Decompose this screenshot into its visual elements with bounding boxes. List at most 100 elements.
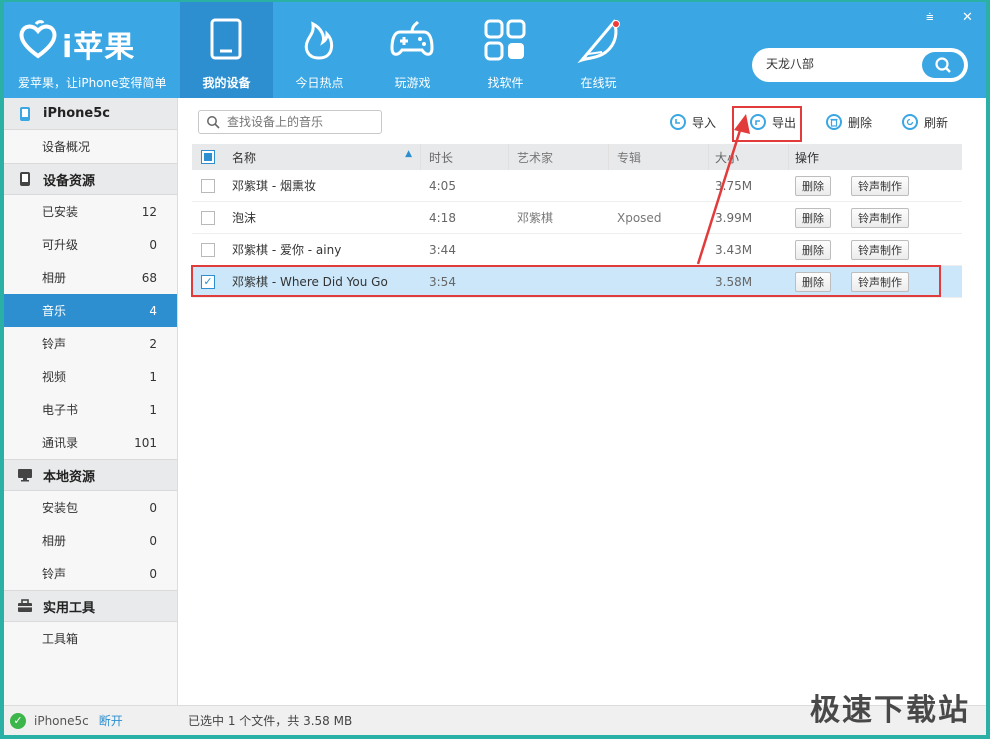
delete-button[interactable]: 删除 (826, 112, 872, 132)
sidebar-item-label: 工具箱 (42, 632, 79, 646)
sidebar-item-count: 1 (149, 402, 157, 417)
cell-duration: 4:18 (429, 210, 456, 225)
sidebar-section-local-resources: 本地资源 (4, 459, 177, 491)
main-panel: 导入 导出 删除 刷新 名称▲ 时长 艺术家 专辑 大小 (178, 98, 986, 735)
sidebar-item-contacts[interactable]: 通讯录 101 (4, 426, 177, 459)
flame-icon (304, 21, 334, 60)
row-checkbox[interactable] (201, 178, 215, 193)
col-artist[interactable]: 艺术家 (508, 144, 608, 170)
cell-artist (508, 170, 608, 201)
disconnect-link[interactable]: 断开 (99, 712, 123, 729)
sidebar-item-label: 音乐 (42, 304, 67, 318)
cell-name: 邓紫棋 - 爱你 - ainy (232, 243, 342, 257)
top-header: i苹果 爱苹果，让iPhone变得简单 我的设备 今日热点 玩游戏 找软件 在线… (4, 2, 986, 98)
sidebar-item-photos[interactable]: 相册 68 (4, 261, 177, 294)
tablet-icon (210, 18, 242, 60)
table-row[interactable]: 邓紫棋 - 爱你 - ainy 3:44 3.43M 删除 铃声制作 (192, 234, 962, 266)
sidebar-item-count: 68 (141, 270, 157, 285)
section-title: 设备资源 (43, 173, 96, 189)
app-logo: i苹果 (18, 16, 168, 66)
row-ringtone-button[interactable]: 铃声制作 (851, 207, 909, 228)
global-search (752, 48, 968, 82)
select-all-checkbox[interactable] (201, 150, 215, 164)
row-ringtone-button[interactable]: 铃声制作 (851, 175, 909, 196)
sidebar-item-local-ringtones[interactable]: 铃声 0 (4, 557, 177, 590)
menu-icon[interactable]: ⩧ (926, 10, 934, 25)
music-search (198, 110, 382, 134)
nav-play-online[interactable]: 在线玩 (552, 2, 645, 98)
app-window: i苹果 爱苹果，让iPhone变得简单 我的设备 今日热点 玩游戏 找软件 在线… (4, 2, 986, 735)
sidebar-item-videos[interactable]: 视频 1 (4, 360, 177, 393)
section-title: 本地资源 (43, 469, 96, 485)
sidebar: iPhone5c 设备概况 设备资源 已安装 12 可升级 0 相册 68 音乐 4 铃… (4, 98, 178, 735)
row-checkbox[interactable] (201, 210, 215, 225)
sidebar-item-count: 0 (149, 237, 157, 252)
search-button[interactable] (922, 52, 964, 78)
row-delete-button[interactable]: 删除 (795, 207, 831, 228)
refresh-button[interactable]: 刷新 (902, 112, 948, 132)
col-ops: 操作 (788, 144, 962, 170)
phone-dark-icon (16, 171, 34, 187)
nav-today-hot[interactable]: 今日热点 (273, 2, 366, 98)
logo-text: i苹果 (62, 30, 136, 65)
music-search-input[interactable] (227, 115, 377, 129)
nav-label: 玩游戏 (394, 76, 431, 90)
global-search-input[interactable] (766, 56, 916, 70)
device-name: iPhone5c (43, 106, 110, 121)
sidebar-item-label: 已安装 (42, 205, 79, 219)
status-device-name: iPhone5c (34, 713, 89, 728)
sidebar-item-toolbox[interactable]: 工具箱 (4, 622, 177, 655)
watermark-logo: 极速下载站 (810, 693, 970, 728)
annotation-arrow (696, 114, 750, 265)
delete-label: 删除 (848, 115, 873, 130)
sidebar-item-count: 0 (149, 566, 157, 581)
col-name[interactable]: 名称 ▲ (224, 149, 420, 166)
refresh-icon (902, 114, 918, 130)
notification-dot (612, 20, 620, 28)
sidebar-item-installed[interactable]: 已安装 12 (4, 195, 177, 228)
sidebar-item-label: 通讯录 (42, 436, 79, 450)
row-highlight-box (191, 265, 941, 297)
sidebar-section-tools: 实用工具 (4, 590, 177, 622)
sidebar-item-ebooks[interactable]: 电子书 1 (4, 393, 177, 426)
table-row[interactable]: 泡沫 4:18 邓紫棋 Xposed 3.99M 删除 铃声制作 (192, 202, 962, 234)
sidebar-item-overview[interactable]: 设备概况 (4, 130, 177, 163)
sidebar-item-label: 电子书 (42, 403, 79, 417)
refresh-label: 刷新 (924, 115, 949, 130)
monitor-icon (16, 467, 34, 483)
sidebar-item-music[interactable]: 音乐 4 (4, 294, 177, 327)
row-delete-button[interactable]: 删除 (795, 239, 831, 260)
nav-label: 我的设备 (202, 76, 251, 90)
gamepad-icon (390, 20, 434, 56)
col-duration[interactable]: 时长 (420, 144, 508, 170)
table-row[interactable]: 邓紫琪 - 烟熏妆 4:05 3.75M 删除 铃声制作 (192, 170, 962, 202)
nav-games[interactable]: 玩游戏 (366, 2, 459, 98)
toolbox-icon (16, 598, 34, 614)
sidebar-item-label: 设备概况 (42, 140, 91, 154)
table-header: 名称 ▲ 时长 艺术家 专辑 大小 操作 (192, 144, 962, 170)
close-icon[interactable]: ✕ (962, 10, 973, 25)
sidebar-item-count: 4 (149, 303, 157, 318)
sort-asc-icon: ▲ (405, 148, 412, 159)
cell-name: 邓紫琪 - 烟熏妆 (232, 179, 316, 193)
sidebar-item-label: 铃声 (42, 567, 67, 581)
search-icon (207, 116, 220, 129)
sidebar-item-upgradable[interactable]: 可升级 0 (4, 228, 177, 261)
nav-my-device[interactable]: 我的设备 (180, 2, 273, 98)
nav-find-software[interactable]: 找软件 (459, 2, 552, 98)
sidebar-item-count: 0 (149, 533, 157, 548)
cell-artist (508, 234, 608, 265)
row-checkbox[interactable] (201, 242, 215, 257)
row-ringtone-button[interactable]: 铃声制作 (851, 239, 909, 260)
sidebar-device-header[interactable]: iPhone5c (4, 98, 177, 130)
row-delete-button[interactable]: 删除 (795, 175, 831, 196)
sidebar-section-device-resources: 设备资源 (4, 163, 177, 195)
sidebar-item-packages[interactable]: 安装包 0 (4, 491, 177, 524)
trash-icon (826, 114, 842, 130)
tagline: 爱苹果，让iPhone变得简单 (18, 76, 167, 90)
heart-logo-icon (19, 20, 57, 59)
sidebar-item-ringtones[interactable]: 铃声 2 (4, 327, 177, 360)
cell-duration: 4:05 (429, 178, 456, 193)
section-title: 实用工具 (43, 600, 96, 616)
sidebar-item-local-photos[interactable]: 相册 0 (4, 524, 177, 557)
